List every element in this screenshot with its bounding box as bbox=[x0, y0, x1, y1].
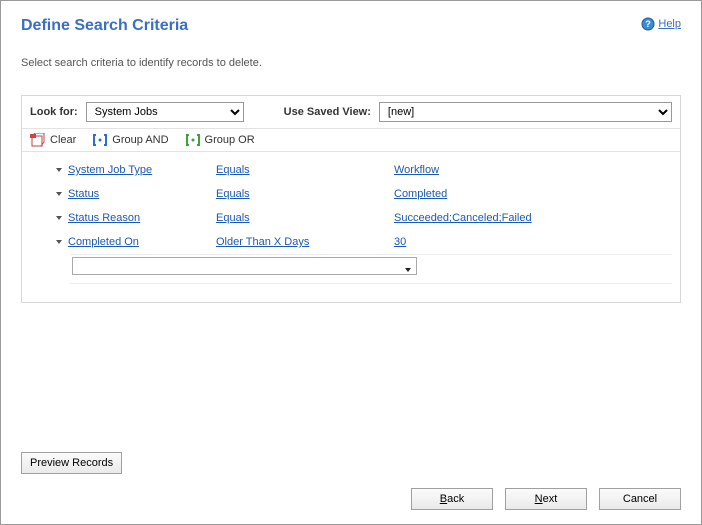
look-for-label: Look for: bbox=[30, 106, 78, 118]
row-menu-chevron[interactable] bbox=[50, 214, 68, 222]
group-or-button[interactable]: Group OR bbox=[185, 133, 255, 147]
criteria-value-link[interactable]: Succeeded;Canceled;Failed bbox=[394, 212, 532, 224]
cancel-button[interactable]: Cancel bbox=[599, 488, 681, 510]
group-or-icon bbox=[185, 133, 201, 147]
help-label: Help bbox=[658, 18, 681, 30]
chevron-down-icon bbox=[404, 263, 412, 277]
top-filter-row: Look for: System Jobs Use Saved View: [n… bbox=[22, 96, 680, 129]
saved-view-label: Use Saved View: bbox=[284, 106, 371, 118]
footer-actions: Back Next Cancel bbox=[411, 488, 681, 510]
preview-area: Preview Records bbox=[21, 452, 122, 474]
criteria-field-link[interactable]: Status Reason bbox=[68, 212, 140, 224]
define-search-criteria-window: Define Search Criteria ? Help Select sea… bbox=[0, 0, 702, 525]
criteria-list: System Job Type Equals Workflow Status E… bbox=[22, 152, 680, 302]
help-icon: ? bbox=[641, 17, 655, 31]
criteria-operator-link[interactable]: Older Than X Days bbox=[216, 236, 309, 248]
next-button[interactable]: Next bbox=[505, 488, 587, 510]
subtitle: Select search criteria to identify recor… bbox=[21, 57, 681, 69]
page-title: Define Search Criteria bbox=[21, 17, 188, 35]
divider bbox=[70, 283, 672, 284]
header: Define Search Criteria ? Help bbox=[21, 17, 681, 35]
add-criteria-select[interactable] bbox=[72, 257, 417, 275]
criteria-row: Completed On Older Than X Days 30 bbox=[22, 230, 680, 254]
criteria-toolbar: Clear Group AND Group OR bbox=[22, 129, 680, 152]
criteria-value-link[interactable]: 30 bbox=[394, 236, 406, 248]
clear-icon bbox=[30, 133, 46, 147]
row-menu-chevron[interactable] bbox=[50, 238, 68, 246]
svg-text:?: ? bbox=[646, 19, 652, 29]
group-and-label: Group AND bbox=[112, 134, 168, 146]
criteria-value-link[interactable]: Completed bbox=[394, 188, 447, 200]
add-criteria-row bbox=[22, 255, 680, 283]
clear-label: Clear bbox=[50, 134, 76, 146]
criteria-field-link[interactable]: Completed On bbox=[68, 236, 139, 248]
criteria-panel: Look for: System Jobs Use Saved View: [n… bbox=[21, 95, 681, 303]
criteria-operator-link[interactable]: Equals bbox=[216, 164, 250, 176]
divider bbox=[2, 481, 700, 482]
group-and-button[interactable]: Group AND bbox=[92, 133, 168, 147]
preview-records-button[interactable]: Preview Records bbox=[21, 452, 122, 474]
help-link[interactable]: ? Help bbox=[641, 17, 681, 31]
criteria-row: Status Reason Equals Succeeded;Canceled;… bbox=[22, 206, 680, 230]
criteria-field-link[interactable]: Status bbox=[68, 188, 99, 200]
criteria-row: System Job Type Equals Workflow bbox=[22, 158, 680, 182]
look-for-select[interactable]: System Jobs bbox=[86, 102, 244, 122]
criteria-row: Status Equals Completed bbox=[22, 182, 680, 206]
back-button[interactable]: Back bbox=[411, 488, 493, 510]
criteria-value-link[interactable]: Workflow bbox=[394, 164, 439, 176]
criteria-field-link[interactable]: System Job Type bbox=[68, 164, 152, 176]
row-menu-chevron[interactable] bbox=[50, 190, 68, 198]
criteria-operator-link[interactable]: Equals bbox=[216, 212, 250, 224]
clear-button[interactable]: Clear bbox=[30, 133, 76, 147]
criteria-operator-link[interactable]: Equals bbox=[216, 188, 250, 200]
row-menu-chevron[interactable] bbox=[50, 166, 68, 174]
group-or-label: Group OR bbox=[205, 134, 255, 146]
saved-view-select[interactable]: [new] bbox=[379, 102, 672, 122]
group-and-icon bbox=[92, 133, 108, 147]
